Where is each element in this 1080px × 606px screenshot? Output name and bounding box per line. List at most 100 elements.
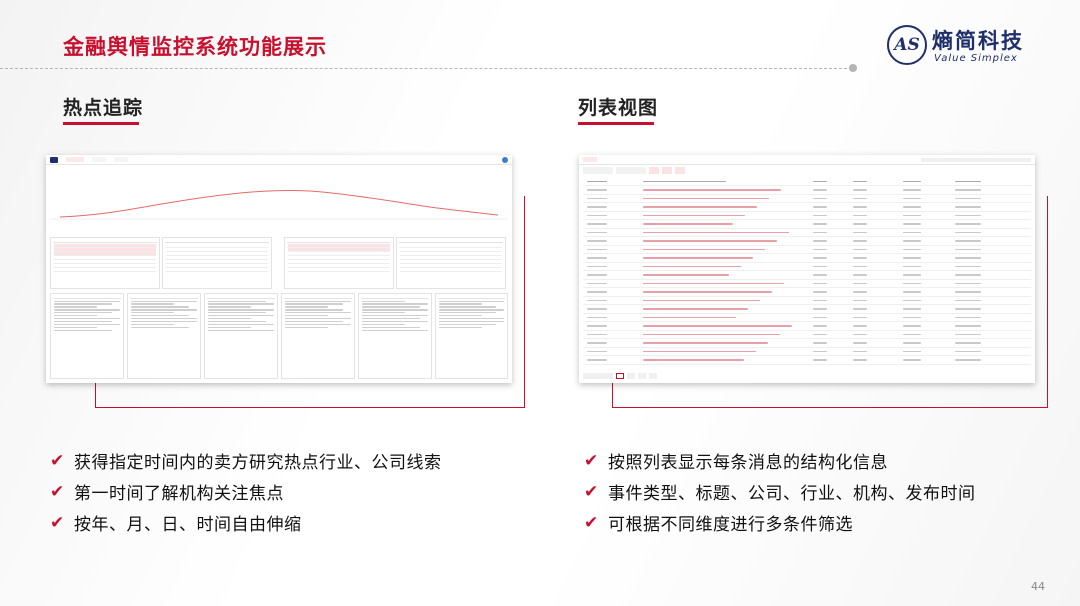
table-cell [903, 206, 921, 208]
table-cell [903, 197, 921, 200]
table-cell [903, 257, 921, 259]
check-icon: ✔ [584, 481, 599, 502]
table-cell [813, 206, 827, 208]
table-cell [813, 282, 827, 285]
bullet-item: ✔ 获得指定时间内的卖方研究热点行业、公司线索 [50, 450, 442, 474]
check-icon: ✔ [584, 512, 599, 533]
table-cell [643, 282, 784, 285]
page-number: 44 [1031, 580, 1045, 593]
table-cell [643, 231, 789, 234]
table-cell [903, 350, 921, 353]
mini-app-topbar [46, 155, 512, 165]
mini-pagination [583, 373, 743, 379]
table-cell [813, 189, 827, 191]
table-cell [853, 274, 867, 276]
table-cell [955, 206, 981, 208]
table-cell [955, 257, 981, 259]
table-cell [643, 274, 729, 276]
table-cell [903, 291, 921, 293]
table-cell [643, 350, 756, 353]
bullet-item: ✔ 按照列表显示每条消息的结构化信息 [584, 450, 888, 474]
table-cell [853, 299, 867, 302]
table-cell [813, 350, 827, 353]
table-cell [853, 240, 867, 242]
table-cell [955, 265, 981, 268]
right-bullet-list: ✔ 按照列表显示每条消息的结构化信息 ✔ 事件类型、标题、公司、行业、机构、发布… [584, 445, 976, 538]
mini-news-card [281, 293, 355, 379]
table-cell [813, 223, 827, 225]
table-cell [587, 274, 607, 276]
table-cell [903, 299, 921, 302]
table-cell [853, 214, 867, 217]
table-cell [903, 189, 921, 191]
left-bullet-list: ✔ 获得指定时间内的卖方研究热点行业、公司线索 ✔ 第一时间了解机构关注焦点 ✔… [50, 445, 442, 538]
table-cell [813, 231, 827, 234]
table-cell [643, 223, 733, 225]
table-cell [813, 325, 827, 327]
table-cell [853, 308, 867, 310]
table-cell [643, 248, 765, 251]
table-cell [587, 325, 607, 327]
table-cell [587, 333, 607, 336]
table-cell [643, 316, 736, 319]
mini-filter-row [583, 167, 723, 174]
table-cell [643, 308, 748, 310]
slide-title: 金融舆情监控系统功能展示 [63, 35, 327, 59]
table-cell [643, 325, 792, 327]
table-cell [853, 342, 867, 344]
table-cell [643, 197, 769, 200]
table-cell [903, 240, 921, 242]
mini-app-topbar [579, 155, 1035, 165]
table-cell [587, 316, 607, 319]
table-cell [853, 359, 867, 361]
table-cell [903, 274, 921, 276]
table-cell [587, 282, 607, 285]
mini-news-card [127, 293, 201, 379]
section-title-underline [578, 122, 654, 125]
table-cell [813, 197, 827, 200]
table-cell [853, 248, 867, 251]
table-cell [813, 342, 827, 344]
table-cell [903, 180, 921, 183]
table-cell [853, 282, 867, 285]
table-cell [587, 350, 607, 353]
table-cell [587, 197, 607, 200]
table-cell [955, 325, 981, 327]
logo-name: 熵简科技 [932, 29, 1024, 53]
bullet-item: ✔ 第一时间了解机构关注焦点 [50, 481, 284, 505]
check-icon: ✔ [50, 512, 65, 533]
table-cell [853, 189, 867, 191]
table-cell [853, 350, 867, 353]
table-cell [587, 231, 607, 234]
table-cell [643, 257, 753, 259]
table-cell [853, 206, 867, 208]
table-cell [643, 180, 726, 183]
table-cell [955, 189, 981, 191]
mini-industry-panel [162, 237, 272, 289]
table-cell [853, 257, 867, 259]
table-cell [955, 214, 981, 217]
table-cell [853, 231, 867, 234]
table-cell [813, 257, 827, 259]
table-cell [643, 342, 768, 344]
table-cell [587, 359, 607, 361]
table-cell [813, 265, 827, 268]
table-cell [903, 359, 921, 361]
table-cell [587, 180, 607, 183]
table-cell [955, 342, 981, 344]
table-cell [813, 291, 827, 293]
table-cell [813, 299, 827, 302]
table-cell [813, 240, 827, 242]
table-cell [813, 308, 827, 310]
table-cell [955, 316, 981, 319]
check-icon: ✔ [50, 481, 65, 502]
value-simplex-logo-icon: AS [887, 25, 927, 65]
bullet-item: ✔ 按年、月、日、时间自由伸缩 [50, 512, 302, 536]
logo-subtitle: Value Simplex [934, 53, 1018, 64]
bullet-item: ✔ 可根据不同维度进行多条件筛选 [584, 512, 853, 536]
table-row [583, 356, 1031, 365]
mini-tab [92, 157, 106, 162]
table-cell [813, 333, 827, 336]
table-cell [955, 180, 981, 183]
table-cell [813, 359, 827, 361]
